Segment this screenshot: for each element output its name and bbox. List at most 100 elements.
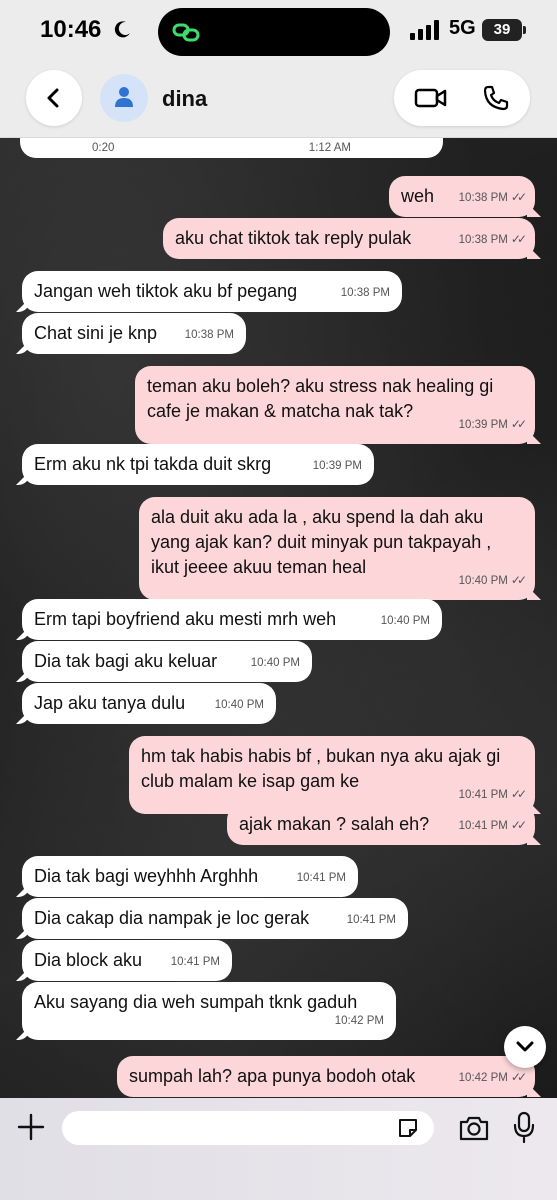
message-text: aku chat tiktok tak reply pulak xyxy=(175,228,412,248)
read-receipt-icon: ✓✓ xyxy=(510,232,527,246)
message-time: 10:38 PM xyxy=(340,287,390,299)
outgoing-message[interactable]: sumpah lah? apa punya bodoh otak 10:42 PM… xyxy=(117,1056,541,1097)
message-text: Aku sayang dia weh sumpah tknk gaduh xyxy=(34,992,358,1012)
incoming-message[interactable]: Dia cakap dia nampak je loc gerak 10:41 P… xyxy=(16,898,408,939)
message-timestamp: 10:41 PM xyxy=(171,950,220,975)
message-time: 10:42 PM xyxy=(334,1015,384,1027)
plus-icon[interactable] xyxy=(16,1112,46,1142)
message-time: 10:41 PM xyxy=(458,789,508,801)
message-input[interactable] xyxy=(62,1111,434,1145)
read-receipt-icon: ✓✓ xyxy=(510,417,527,431)
message-timestamp: 10:42 PM ✓✓ xyxy=(458,1065,527,1091)
read-receipt-icon: ✓✓ xyxy=(510,1070,527,1084)
link-icon xyxy=(172,23,200,42)
bubble-tail xyxy=(16,626,30,640)
message-text: Dia block aku xyxy=(34,950,143,970)
video-icon[interactable] xyxy=(414,84,448,112)
incoming-message[interactable]: Aku sayang dia weh sumpah tknk gaduh 10:4… xyxy=(16,982,396,1040)
sticker-icon[interactable] xyxy=(396,1116,420,1140)
message-timestamp: 10:38 PM xyxy=(341,281,390,306)
moon-icon xyxy=(114,21,130,38)
bubble-tail xyxy=(16,710,30,724)
message-timestamp: 10:40 PM ✓✓ xyxy=(458,568,527,594)
phone-icon[interactable] xyxy=(482,84,510,112)
message-time: 10:39 PM xyxy=(312,460,362,472)
battery-tip xyxy=(523,26,526,34)
message-text: Erm aku nk tpi takda duit skrg xyxy=(34,454,272,474)
message-time: 10:38 PM xyxy=(458,234,508,246)
call-actions xyxy=(394,70,530,126)
bubble-tail xyxy=(527,1083,541,1097)
message-timestamp: 10:41 PM xyxy=(297,866,346,891)
outgoing-message[interactable]: aku chat tiktok tak reply pulak 10:38 PM ✓… xyxy=(163,218,541,259)
signal-icon xyxy=(410,20,439,40)
message-timestamp: 10:41 PM xyxy=(347,908,396,933)
camera-icon[interactable] xyxy=(458,1114,490,1142)
message-text: teman aku boleh? aku stress nak healing … xyxy=(147,376,494,421)
audio-message[interactable]: 0:20 1:12 AM xyxy=(20,138,443,158)
audio-duration: 0:20 xyxy=(92,142,115,154)
bubble-tail xyxy=(527,203,541,217)
bubble-tail xyxy=(16,883,30,897)
outgoing-message[interactable]: teman aku boleh? aku stress nak healing … xyxy=(135,366,541,444)
outgoing-message[interactable]: ajak makan ? salah eh? 10:41 PM ✓✓ xyxy=(227,804,541,845)
message-time: 10:40 PM xyxy=(214,699,264,711)
battery-indicator: 39 xyxy=(482,19,522,41)
mic-icon[interactable] xyxy=(513,1111,535,1143)
bubble-tail xyxy=(16,967,30,981)
message-time: 10:41 PM xyxy=(346,914,396,926)
message-text: Erm tapi boyfriend aku mesti mrh weh xyxy=(34,609,337,629)
message-time: 10:40 PM xyxy=(250,657,300,669)
outgoing-message[interactable]: ala duit aku ada la , aku spend la dah a… xyxy=(139,497,541,600)
message-time: 10:41 PM xyxy=(296,872,346,884)
message-time: 10:41 PM xyxy=(458,820,508,832)
message-timestamp: 10:38 PM ✓✓ xyxy=(458,227,527,253)
audio-timestamp: 1:12 AM xyxy=(308,142,351,154)
bubble-tail xyxy=(527,831,541,845)
outgoing-message[interactable]: hm tak habis habis bf , bukan nya aku aj… xyxy=(129,736,541,814)
back-button[interactable] xyxy=(26,70,82,126)
incoming-message[interactable]: Jap aku tanya dulu 10:40 PM xyxy=(16,683,276,724)
incoming-message[interactable]: Dia block aku 10:41 PM xyxy=(16,940,232,981)
message-text: Dia tak bagi aku keluar xyxy=(34,651,218,671)
incoming-message[interactable]: Jangan weh tiktok aku bf pegang 10:38 PM xyxy=(16,271,402,312)
bubble-tail xyxy=(527,245,541,259)
message-time: 10:40 PM xyxy=(458,575,508,587)
incoming-message[interactable]: Dia tak bagi weyhhh Arghhh 10:41 PM xyxy=(16,856,358,897)
bubble-tail xyxy=(16,1026,30,1040)
message-text: sumpah lah? apa punya bodoh otak xyxy=(129,1066,416,1086)
read-receipt-icon: ✓✓ xyxy=(510,573,527,587)
bubble-tail xyxy=(527,430,541,444)
person-icon xyxy=(115,87,133,107)
message-time: 10:38 PM xyxy=(184,329,234,341)
message-timestamp: 10:39 PM ✓✓ xyxy=(459,412,527,438)
message-timestamp: 10:38 PM xyxy=(185,323,234,348)
avatar[interactable] xyxy=(100,74,148,122)
composer-bar xyxy=(0,1098,557,1200)
message-text: ajak makan ? salah eh? xyxy=(239,814,430,834)
bubble-tail xyxy=(16,340,30,354)
scroll-down-button[interactable] xyxy=(504,1026,546,1068)
bubble-tail xyxy=(16,925,30,939)
network-label: 5G xyxy=(449,17,476,39)
bubble-tail xyxy=(16,471,30,485)
top-bar: 10:46 5G 39 dina xyxy=(0,0,557,138)
back-icon xyxy=(47,88,59,108)
incoming-message[interactable]: Erm aku nk tpi takda duit skrg 10:39 PM xyxy=(16,444,374,485)
bubble-tail xyxy=(16,668,30,682)
status-time: 10:46 xyxy=(40,16,102,43)
incoming-message[interactable]: Dia tak bagi aku keluar 10:40 PM xyxy=(16,641,312,682)
contact-name[interactable]: dina xyxy=(162,86,207,112)
message-timestamp: 10:40 PM xyxy=(251,651,300,676)
message-time: 10:38 PM xyxy=(458,192,508,204)
outgoing-message[interactable]: weh 10:38 PM ✓✓ xyxy=(389,176,541,217)
dynamic-island xyxy=(158,8,390,56)
message-list[interactable]: 0:20 1:12 AM weh 10:38 PM ✓✓ aku chat tikto… xyxy=(0,138,557,1098)
incoming-message[interactable]: Chat sini je knp 10:38 PM xyxy=(16,313,246,354)
message-timestamp: 10:40 PM xyxy=(215,693,264,718)
message-time: 10:42 PM xyxy=(458,1072,508,1084)
message-text: ala duit aku ada la , aku spend la dah a… xyxy=(151,507,492,577)
message-text: Dia tak bagi weyhhh Arghhh xyxy=(34,866,259,886)
read-receipt-icon: ✓✓ xyxy=(510,787,527,801)
incoming-message[interactable]: Erm tapi boyfriend aku mesti mrh weh 10:4… xyxy=(16,599,442,640)
